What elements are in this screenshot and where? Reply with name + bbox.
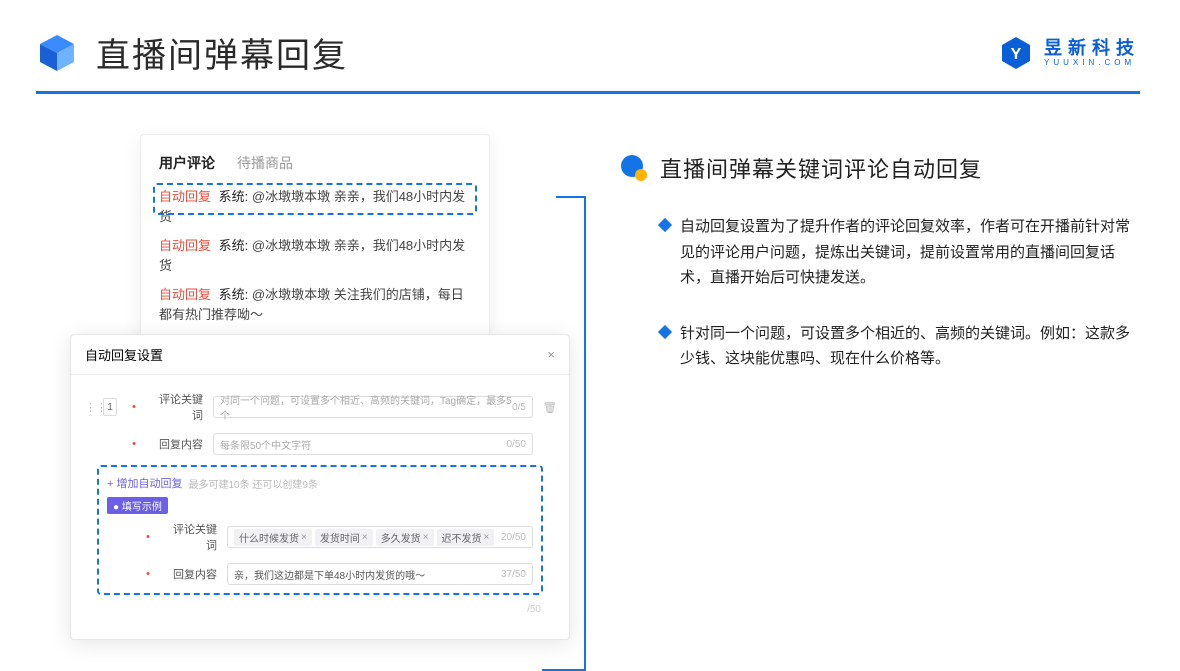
add-hint-text: 最多可建10条 还可以创建9条	[188, 476, 317, 491]
auto-reply-tag: 自动回复	[159, 238, 211, 253]
example-row-keyword: • 评论关键词 什么时候发货×发货时间×多久发货×迟不发货× 20/50	[107, 521, 533, 553]
page-title: 直播间弹幕回复	[96, 28, 348, 77]
keyword-input[interactable]: 对同一个问题，可设置多个相近、高频的关键词，Tag确定，最多5个 0/5	[213, 396, 533, 418]
cube-icon	[36, 32, 78, 74]
diamond-bullet-icon	[658, 324, 672, 338]
content-input[interactable]: 每条限50个中文字符 0/50	[213, 433, 533, 455]
drag-handle-spacer	[85, 438, 93, 450]
keyword-label: 评论关键词	[151, 391, 203, 423]
ex-content-input[interactable]: 亲，我们这边都是下单48小时内发货的哦～ 37/50	[227, 563, 533, 585]
keyword-chip[interactable]: 多久发货×	[376, 529, 434, 546]
chat-bubble-icon	[620, 154, 648, 182]
bullet-item: 自动回复设置为了提升作者的评论回复效率，作者可在开播前针对常见的评论用户问题，提…	[620, 214, 1140, 291]
ex-keyword-input[interactable]: 什么时候发货×发货时间×多久发货×迟不发货× 20/50	[227, 526, 533, 548]
required-star-icon: •	[127, 401, 141, 413]
comments-tabs: 用户评论 待播商品	[159, 153, 471, 173]
page-header: 直播间弹幕回复 Y 昱新科技 YUUXIN.COM	[0, 0, 1180, 77]
example-row-content: • 回复内容 亲，我们这边都是下单48小时内发货的哦～ 37/50	[107, 563, 533, 585]
ex-content-label: 回复内容	[165, 566, 217, 582]
system-label: 系统:	[219, 238, 249, 253]
keyword-chip[interactable]: 什么时候发货×	[234, 529, 312, 546]
diamond-bullet-icon	[658, 218, 672, 232]
ex-content-value: 亲，我们这边都是下单48小时内发货的哦～	[234, 567, 425, 582]
brand-name-cn: 昱新科技	[1044, 39, 1140, 57]
chip-remove-icon[interactable]: ×	[301, 532, 307, 543]
delete-icon[interactable]: 🗑	[543, 401, 555, 414]
settings-header: 自动回复设置 ×	[71, 335, 569, 375]
row-number: 1	[103, 398, 117, 416]
chip-container: 什么时候发货×发货时间×多久发货×迟不发货×	[234, 529, 497, 546]
trailing-count-row: /50	[85, 599, 555, 617]
keyword-count: 0/5	[512, 402, 526, 413]
system-label: 系统:	[219, 287, 249, 302]
bullet-item: 针对同一个问题，可设置多个相近的、高频的关键词。例如：这款多少钱、这块能优惠吗、…	[620, 321, 1140, 372]
content-placeholder: 每条限50个中文字符	[220, 437, 311, 452]
chip-remove-icon[interactable]: ×	[423, 532, 429, 543]
required-star-icon: •	[141, 568, 155, 580]
settings-row-content: • 回复内容 每条限50个中文字符 0/50	[85, 433, 555, 455]
add-auto-reply-link[interactable]: + 增加自动回复	[107, 475, 182, 491]
header-left: 直播间弹幕回复	[36, 28, 348, 77]
required-star-icon: •	[141, 531, 155, 543]
highlight-box-comment	[153, 183, 477, 215]
auto-reply-settings-panel: 自动回复设置 × ⋮⋮ 1 • 评论关键词 对同一个问题，可设置多个相近、高频的…	[70, 334, 570, 640]
chip-remove-icon[interactable]: ×	[362, 532, 368, 543]
right-column: 直播间弹幕关键词评论自动回复 自动回复设置为了提升作者的评论回复效率，作者可在开…	[620, 134, 1140, 402]
bullet-text: 针对同一个问题，可设置多个相近的、高频的关键词。例如：这款多少钱、这块能优惠吗、…	[680, 321, 1130, 372]
brand-block: Y 昱新科技 YUUXIN.COM	[998, 35, 1140, 71]
bullet-text: 自动回复设置为了提升作者的评论回复效率，作者可在开播前针对常见的评论用户问题，提…	[680, 214, 1130, 291]
tab-pending-products[interactable]: 待播商品	[237, 153, 293, 173]
ex-content-count: 37/50	[501, 569, 526, 580]
chip-remove-icon[interactable]: ×	[484, 532, 490, 543]
auto-reply-tag: 自动回复	[159, 287, 211, 302]
connector-line	[556, 196, 586, 198]
required-star-icon: •	[127, 438, 141, 450]
ex-keyword-label: 评论关键词	[165, 521, 217, 553]
drag-handle-icon[interactable]: ⋮⋮	[85, 401, 93, 414]
brand-text: 昱新科技 YUUXIN.COM	[1044, 39, 1140, 67]
trailing-count: /50	[523, 604, 541, 615]
keyword-chip[interactable]: 发货时间×	[315, 529, 373, 546]
example-badge: ● 填写示例	[107, 497, 168, 514]
section-heading: 直播间弹幕关键词评论自动回复	[620, 152, 1140, 184]
section-title: 直播间弹幕关键词评论自动回复	[660, 152, 982, 184]
keyword-chip[interactable]: 迟不发货×	[437, 529, 495, 546]
left-column: 用户评论 待播商品 自动回复 系统: @冰墩墩本墩 亲亲，我们48小时内发货 自…	[70, 134, 570, 402]
svg-text:Y: Y	[1011, 46, 1022, 63]
highlight-box-example: + 增加自动回复 最多可建10条 还可以创建9条 ● 填写示例 • 评论关键词 …	[97, 465, 543, 595]
comment-item: 自动回复 系统: @冰墩墩本墩 亲亲，我们48小时内发货	[159, 236, 471, 275]
connector-line	[584, 196, 586, 671]
tab-user-comments[interactable]: 用户评论	[159, 153, 215, 173]
settings-row-keyword: ⋮⋮ 1 • 评论关键词 对同一个问题，可设置多个相近、高频的关键词，Tag确定…	[85, 391, 555, 423]
content-label: 回复内容	[151, 436, 203, 452]
brand-logo-icon: Y	[998, 35, 1034, 71]
comment-item: 自动回复 系统: @冰墩墩本墩 关注我们的店铺，每日都有热门推荐呦～	[159, 285, 471, 324]
brand-name-en: YUUXIN.COM	[1044, 59, 1140, 67]
settings-title: 自动回复设置	[85, 345, 163, 364]
ex-keyword-count: 20/50	[501, 532, 526, 543]
keyword-placeholder: 对同一个问题，可设置多个相近、高频的关键词，Tag确定，最多5个	[220, 392, 512, 422]
content-count: 0/50	[507, 439, 526, 450]
close-icon[interactable]: ×	[547, 347, 555, 362]
